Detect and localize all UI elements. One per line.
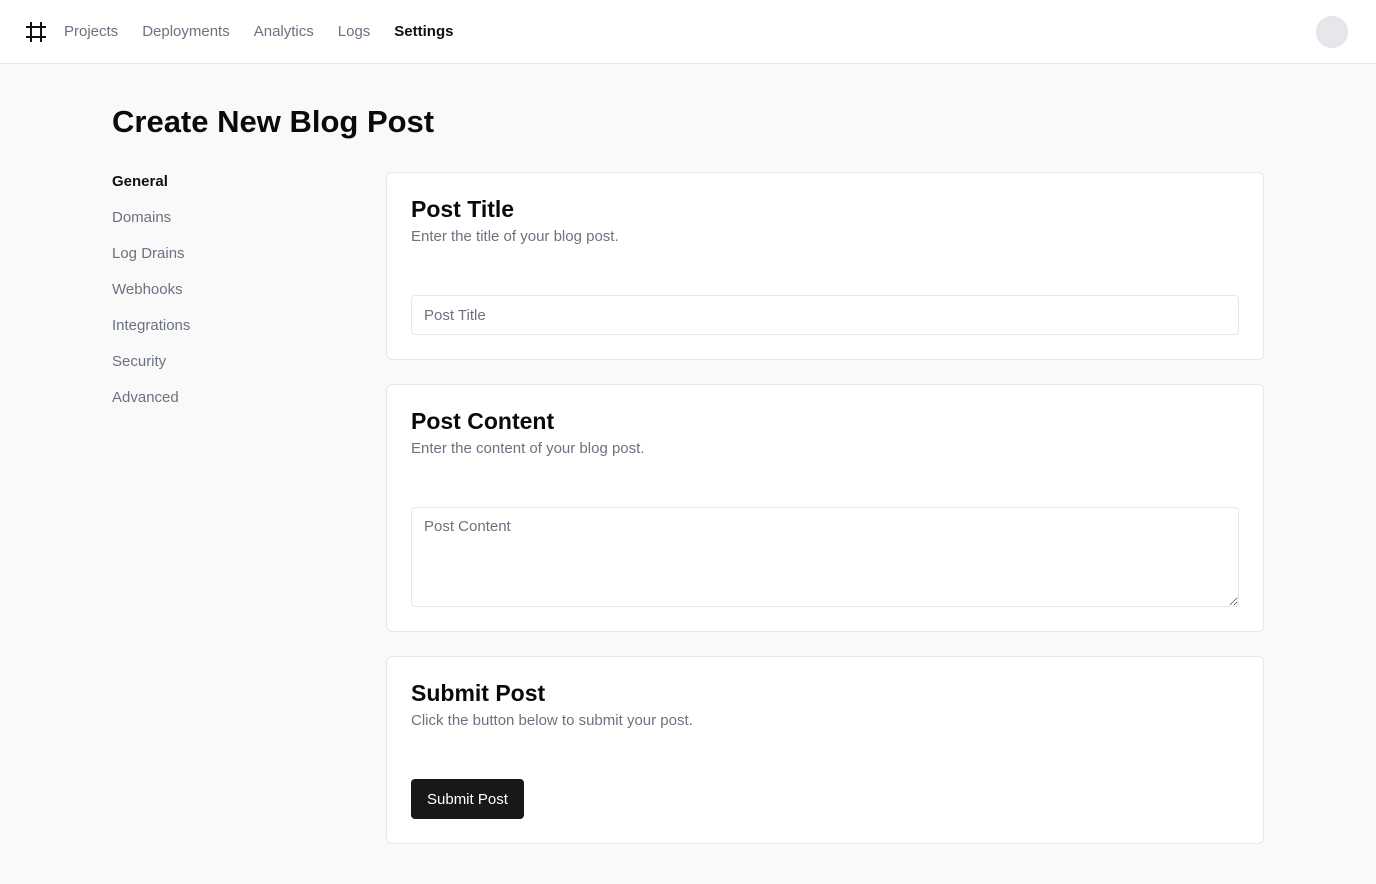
nav-item-projects[interactable]: Projects: [64, 22, 118, 42]
nav-item-logs[interactable]: Logs: [338, 22, 371, 42]
settings-sidebar: General Domains Log Drains Webhooks Inte…: [112, 172, 352, 424]
page-title: Create New Blog Post: [112, 104, 435, 139]
sidebar-item-general[interactable]: General: [112, 172, 352, 192]
sidebar-item-domains[interactable]: Domains: [112, 208, 352, 228]
post-title-card: Post Title Enter the title of your blog …: [386, 172, 1264, 360]
sidebar-item-log-drains[interactable]: Log Drains: [112, 244, 352, 264]
submit-post-heading: Submit Post: [411, 680, 546, 706]
post-content-textarea[interactable]: [411, 507, 1239, 607]
sidebar-item-advanced[interactable]: Advanced: [112, 388, 352, 408]
main-nav: Projects Deployments Analytics Logs Sett…: [64, 0, 477, 64]
nav-item-settings[interactable]: Settings: [394, 22, 453, 42]
user-avatar[interactable]: [1316, 16, 1348, 48]
post-title-input[interactable]: [411, 295, 1239, 335]
post-content-heading: Post Content: [411, 408, 555, 434]
submit-post-button[interactable]: Submit Post: [411, 779, 524, 819]
nav-item-analytics[interactable]: Analytics: [254, 22, 314, 42]
submit-post-description: Click the button below to submit your po…: [411, 712, 693, 729]
sidebar-item-integrations[interactable]: Integrations: [112, 316, 352, 336]
sidebar-item-webhooks[interactable]: Webhooks: [112, 280, 352, 300]
post-title-heading: Post Title: [411, 196, 515, 222]
top-navigation-bar: Projects Deployments Analytics Logs Sett…: [0, 0, 1376, 64]
nav-item-deployments[interactable]: Deployments: [142, 22, 230, 42]
hash-grid-icon[interactable]: [24, 20, 48, 44]
post-content-card: Post Content Enter the content of your b…: [386, 384, 1264, 632]
post-content-description: Enter the content of your blog post.: [411, 440, 645, 457]
post-title-description: Enter the title of your blog post.: [411, 228, 619, 245]
submit-post-card: Submit Post Click the button below to su…: [386, 656, 1264, 844]
sidebar-item-security[interactable]: Security: [112, 352, 352, 372]
